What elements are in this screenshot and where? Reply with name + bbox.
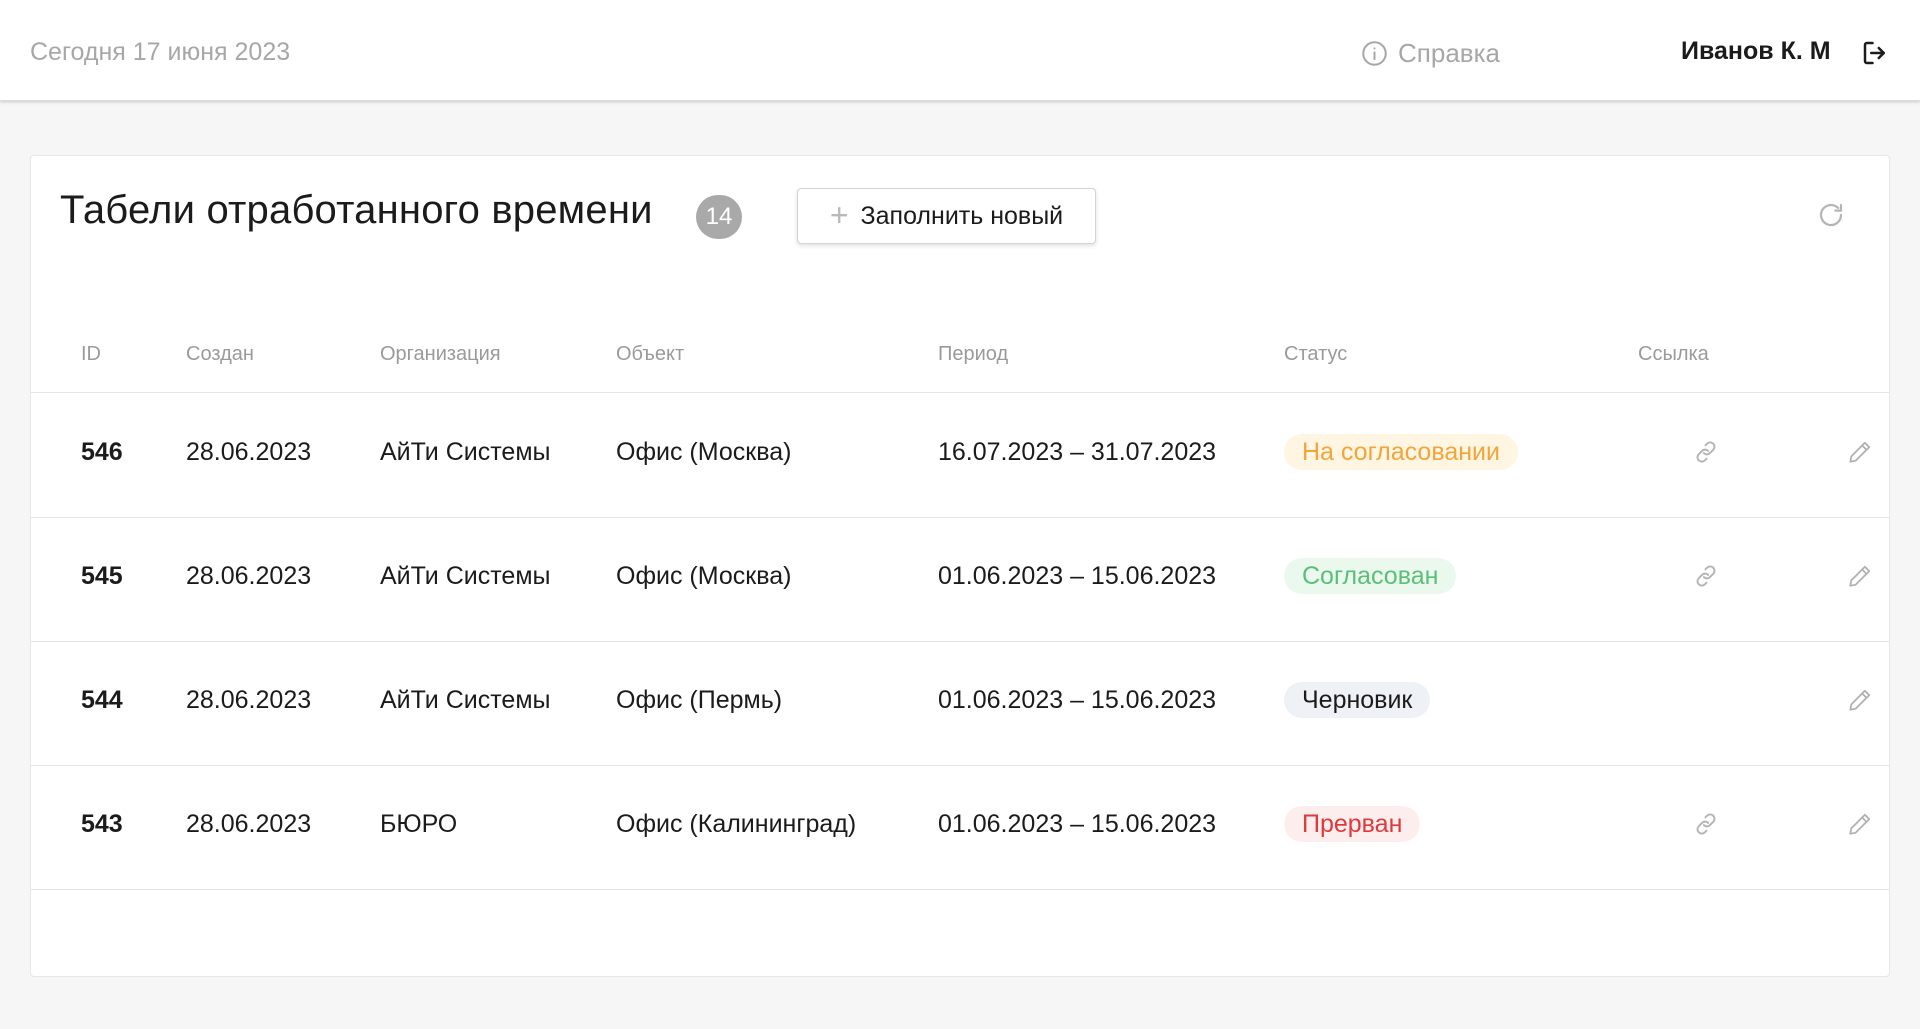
column-created[interactable]: Создан <box>186 343 254 366</box>
column-object[interactable]: Объект <box>616 343 684 366</box>
row-id: 545 <box>81 562 123 590</box>
pencil-icon[interactable] <box>1847 439 1873 465</box>
row-id: 544 <box>81 686 123 714</box>
table-row[interactable]: 545 28.06.2023 АйТи Системы Офис (Москва) 01… <box>31 518 1889 642</box>
refresh-icon[interactable] <box>1816 200 1846 230</box>
row-created: 28.06.2023 <box>186 562 312 590</box>
table-row[interactable]: 543 28.06.2023 БЮРО Офис (Калининград) 01.06… <box>31 766 1889 890</box>
user-name[interactable]: Иванов К. М <box>1681 37 1831 66</box>
status-badge: Прерван <box>1284 806 1421 842</box>
column-period[interactable]: Период <box>938 343 1008 366</box>
new-timesheet-button[interactable]: + Заполнить новый <box>797 188 1096 244</box>
plus-icon: + <box>829 196 849 233</box>
top-bar: Сегодня 17 июня 2023 Справка Иванов К. М <box>0 0 1920 101</box>
row-object: Офис (Москва) <box>616 438 792 466</box>
column-status[interactable]: Статус <box>1284 343 1347 366</box>
status-badge: Черновик <box>1284 682 1431 718</box>
row-organization: БЮРО <box>380 810 458 838</box>
pencil-icon[interactable] <box>1847 687 1873 713</box>
link-icon[interactable] <box>1693 439 1719 465</box>
row-object: Офис (Пермь) <box>616 686 783 714</box>
row-created: 28.06.2023 <box>186 810 312 838</box>
table-row[interactable]: 544 28.06.2023 АйТи Системы Офис (Пермь) 01.… <box>31 642 1889 766</box>
row-created: 28.06.2023 <box>186 686 312 714</box>
row-organization: АйТи Системы <box>380 562 551 590</box>
link-icon[interactable] <box>1693 811 1719 837</box>
row-object: Офис (Москва) <box>616 562 792 590</box>
logout-icon[interactable] <box>1860 38 1890 68</box>
page-title: Табели отработанного времени <box>60 188 653 232</box>
row-created: 28.06.2023 <box>186 438 312 466</box>
row-period: 01.06.2023 – 15.06.2023 <box>938 686 1217 714</box>
count-badge: 14 <box>696 195 742 239</box>
row-id: 543 <box>81 810 123 838</box>
column-link[interactable]: Ссылка <box>1638 343 1709 366</box>
row-organization: АйТи Системы <box>380 686 551 714</box>
info-circle-icon <box>1362 40 1387 66</box>
new-timesheet-button-label: Заполнить новый <box>860 201 1064 230</box>
row-period: 16.07.2023 – 31.07.2023 <box>938 438 1217 466</box>
row-id: 546 <box>81 438 123 466</box>
status-badge: Согласован <box>1284 558 1457 594</box>
row-object: Офис (Калининград) <box>616 810 857 838</box>
help-link[interactable]: Справка <box>1361 36 1500 70</box>
status-badge: На согласовании <box>1284 434 1518 470</box>
timesheets-card: Табели отработанного времени 14 + Заполн… <box>30 155 1890 977</box>
row-organization: АйТи Системы <box>380 438 551 466</box>
current-date: Сегодня 17 июня 2023 <box>30 38 291 66</box>
row-period: 01.06.2023 – 15.06.2023 <box>938 810 1217 838</box>
pencil-icon[interactable] <box>1847 811 1873 837</box>
pencil-icon[interactable] <box>1847 563 1873 589</box>
help-label: Справка <box>1398 37 1500 68</box>
column-id[interactable]: ID <box>81 343 101 366</box>
table-row[interactable]: 546 28.06.2023 АйТи Системы Офис (Москва) 16… <box>31 394 1889 518</box>
table-header: ID Создан Организация Объект Период Стат… <box>31 343 1889 393</box>
link-icon[interactable] <box>1693 563 1719 589</box>
column-organization[interactable]: Организация <box>380 343 501 366</box>
row-period: 01.06.2023 – 15.06.2023 <box>938 562 1217 590</box>
